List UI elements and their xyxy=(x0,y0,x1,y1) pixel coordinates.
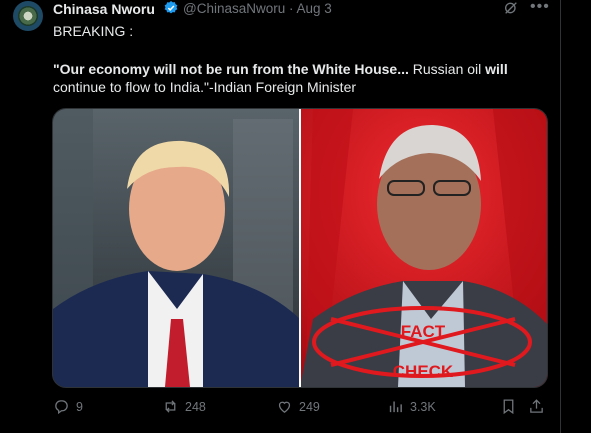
bookmark-icon xyxy=(503,399,514,415)
author-name[interactable]: Chinasa Nworu xyxy=(53,1,155,17)
views-button[interactable]: 3.3K xyxy=(387,398,436,415)
reply-count: 9 xyxy=(76,399,83,414)
action-bar: 9 248 249 3.3K xyxy=(0,398,591,418)
like-icon xyxy=(278,401,291,413)
reply-icon xyxy=(55,400,68,415)
handle-and-date: @ChinasaNworu · Aug 3 xyxy=(183,1,332,16)
reply-button[interactable]: 9 xyxy=(53,398,83,415)
avatar[interactable] xyxy=(13,1,43,31)
repost-button[interactable]: 248 xyxy=(162,398,206,415)
media-image: FACT CHECK xyxy=(53,109,547,387)
verified-icon xyxy=(164,1,178,14)
views-icon xyxy=(389,401,402,413)
stamp-text-check: CHECK xyxy=(393,362,454,381)
post-heading: BREAKING : xyxy=(53,23,134,39)
like-button[interactable]: 249 xyxy=(276,398,320,415)
post-date[interactable]: Aug 3 xyxy=(297,1,332,16)
quote-bold-1: "Our economy will not be run from the Wh… xyxy=(53,61,409,77)
avatar-emblem xyxy=(18,6,38,26)
grok-icon[interactable] xyxy=(503,0,519,16)
views-count: 3.3K xyxy=(410,399,436,414)
repost-count: 248 xyxy=(185,399,206,414)
quote-normal-2: continue to flow to India."-Indian Forei… xyxy=(53,79,357,95)
more-icon[interactable]: ••• xyxy=(530,0,550,15)
handle[interactable]: @ChinasaNworu xyxy=(183,1,285,16)
column-divider xyxy=(560,0,561,433)
post-text: "Our economy will not be run from the Wh… xyxy=(53,60,543,96)
post-media[interactable]: FACT CHECK xyxy=(52,108,548,388)
image-divider xyxy=(299,109,301,387)
repost-icon xyxy=(165,400,176,413)
bookmark-button[interactable] xyxy=(500,398,517,415)
quote-normal-1: Russian oil xyxy=(408,61,486,77)
separator: · xyxy=(289,1,294,16)
like-count: 249 xyxy=(299,399,320,414)
share-icon xyxy=(530,399,543,413)
quote-bold-2: will xyxy=(485,61,508,77)
share-button[interactable] xyxy=(528,398,545,415)
stamp-text-fact: FACT xyxy=(401,322,446,341)
